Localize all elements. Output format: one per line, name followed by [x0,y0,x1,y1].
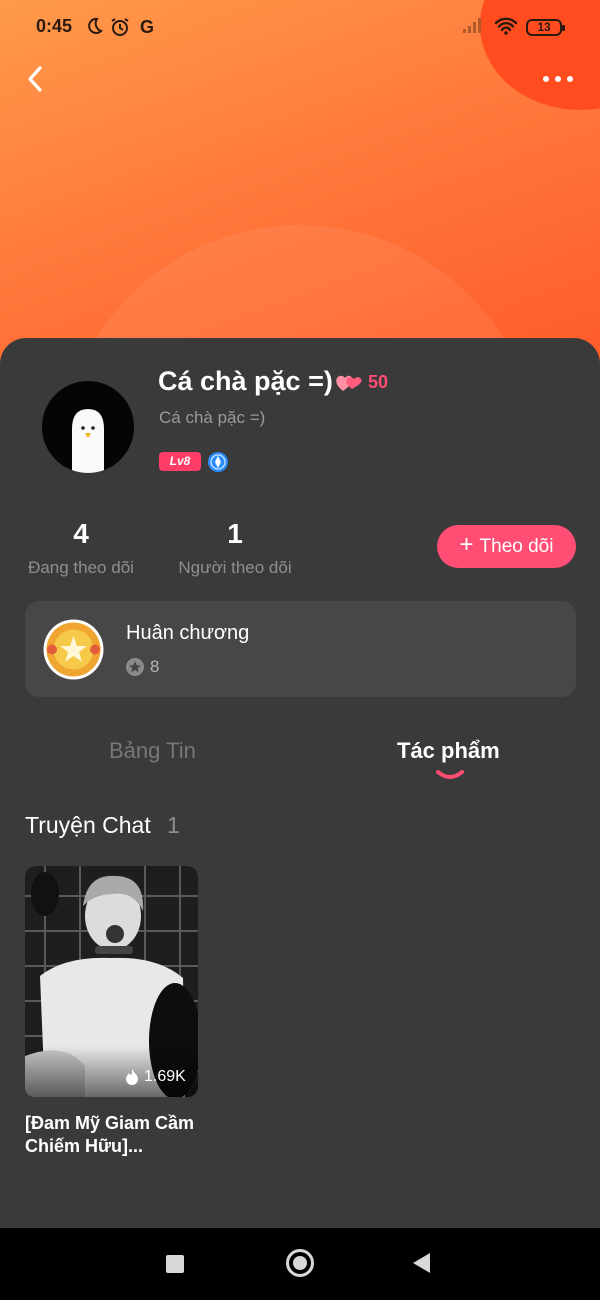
medal-icon [43,619,104,680]
level-badge: Lv8 [159,452,201,471]
following-label: Đang theo dõi [28,558,134,577]
follow-button[interactable]: + Theo dõi [437,525,576,568]
status-bar: 0:45 G 13 [0,0,600,56]
active-tab-indicator [436,770,464,779]
follow-button-label: Theo dõi [479,535,554,557]
google-icon: G [139,17,154,37]
recents-button[interactable] [166,1255,184,1273]
alarm-icon [109,16,131,38]
chevron-left-icon [28,66,42,92]
followers-label: Người theo dõi [178,558,292,577]
moon-icon [83,16,105,38]
battery-indicator: 13 [526,19,565,36]
more-options-button[interactable] [536,66,580,92]
profile-header-background [0,0,600,380]
profile-username: Cá chà pặc =) [159,408,266,427]
fire-icon [126,1069,138,1085]
medal-card[interactable] [25,601,576,697]
plus-icon: + [459,531,474,558]
followers-stat[interactable]: 1 Người theo dõi [170,518,300,578]
following-count: 4 [73,518,89,549]
ghost-avatar-image [72,409,104,473]
back-button[interactable] [20,62,52,96]
book-cover-image [25,866,198,1097]
book-cover[interactable] [25,866,198,1097]
hearts-count: 50 [368,372,389,392]
book-views-count: 1.69K [144,1068,186,1085]
tab-feed[interactable]: Bảng Tin [109,738,196,764]
more-dot [555,76,561,82]
wifi-icon [494,16,518,38]
tab-works[interactable]: Tác phẩm [397,738,500,764]
medal-count: 8 [150,657,160,676]
more-dot [567,76,573,82]
system-back-button[interactable] [413,1253,430,1273]
followers-count: 1 [227,518,243,549]
profile-name: Cá chà pặc =) [158,366,333,396]
more-horizontal-icon [543,76,549,82]
status-time: 0:45 [36,16,73,36]
section-title: Truyện Chat [25,812,151,838]
signal-icon [462,16,484,38]
book-title[interactable]: [Đam Mỹ Giam Cầm Chiếm Hữu]... [25,1112,205,1158]
hearts-icon [336,375,362,391]
section-count: 1 [167,812,180,838]
home-button[interactable] [286,1249,314,1277]
book-views: 1.69K [124,1068,186,1086]
following-stat[interactable]: 4 Đang theo dõi [22,518,140,578]
avatar[interactable] [42,381,134,473]
medal-title: Huân chương [126,622,250,644]
verified-badge-icon [208,452,228,472]
star-icon [126,658,144,676]
